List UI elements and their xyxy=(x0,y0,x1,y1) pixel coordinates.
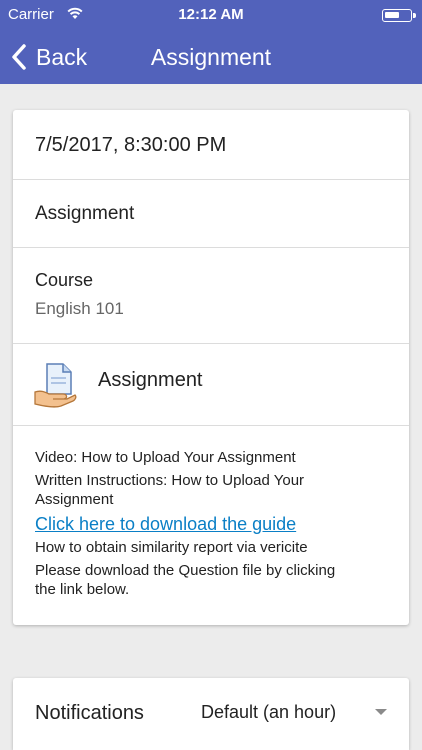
download-guide-link[interactable]: Click here to download the guide xyxy=(35,513,296,535)
caret-down-icon xyxy=(375,709,387,715)
notifications-card: Notifications Default (an hour) xyxy=(13,678,409,750)
due-date: 7/5/2017, 8:30:00 PM xyxy=(35,134,227,156)
status-bar: Carrier 12:12 AM xyxy=(0,0,422,30)
assignment-name: Assignment xyxy=(35,203,135,224)
page-title: Assignment xyxy=(150,44,272,70)
description-line: Written Instructions: How to Upload Your… xyxy=(35,472,305,508)
course-row: Course English 101 xyxy=(13,248,409,344)
description-line: Video: How to Upload Your Assignment xyxy=(35,449,296,466)
description-line: Please download the Question file by cli… xyxy=(35,562,336,598)
notifications-label: Notifications xyxy=(35,702,144,724)
status-time: 12:12 AM xyxy=(178,6,244,23)
assignment-name-row: Assignment xyxy=(13,180,409,248)
course-value: English 101 xyxy=(35,299,124,318)
assignment-icon xyxy=(33,362,77,408)
description-line: How to obtain similarity report via veri… xyxy=(35,539,308,556)
notifications-select[interactable]: Default (an hour) xyxy=(201,678,409,750)
course-label: Course xyxy=(35,270,94,290)
assignment-description: Video: How to Upload Your Assignment Wri… xyxy=(35,448,395,602)
module-name: Assignment xyxy=(98,369,203,391)
battery-icon xyxy=(382,9,416,22)
due-date-row: 7/5/2017, 8:30:00 PM xyxy=(13,110,409,180)
assignment-card: 7/5/2017, 8:30:00 PM Assignment Course E… xyxy=(13,110,409,625)
module-row[interactable]: Assignment xyxy=(13,344,409,426)
notifications-value: Default (an hour) xyxy=(201,702,337,722)
navigation-bar: Back Assignment xyxy=(0,30,422,84)
